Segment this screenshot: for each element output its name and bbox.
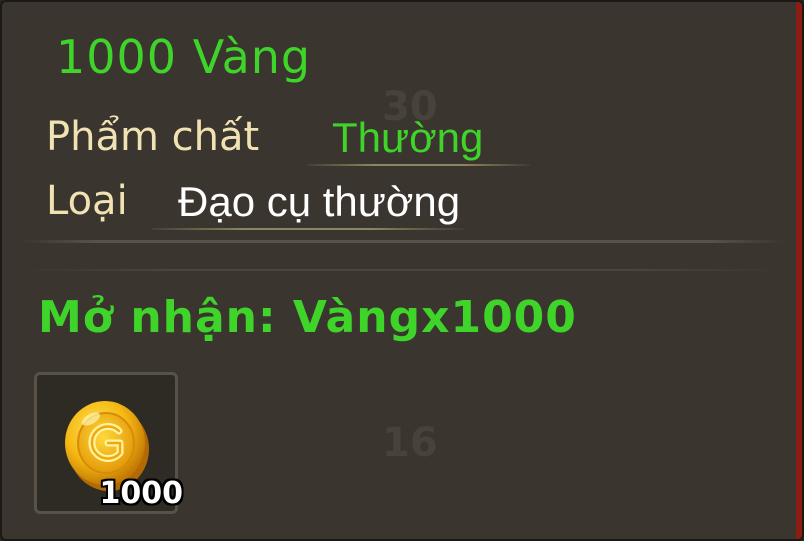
section-divider [20,269,786,271]
item-title: 1000 Vàng [56,30,312,84]
item-quantity: 1000 [99,476,184,511]
item-tooltip-panel: 30 16 1000 Vàng Phẩm chất Thường Loại Đạ… [0,0,804,541]
ghost-number: 16 [382,420,438,466]
quality-label: Phẩm chất [46,114,260,160]
quality-underline [308,164,530,166]
quality-value: Thường [332,114,484,161]
type-label: Loại [46,178,128,224]
open-reward-text: Mở nhận: Vàngx1000 [38,292,577,343]
type-value: Đạo cụ thường [178,178,461,225]
reward-item-slot[interactable]: 1000 [34,372,183,514]
panel-edge [796,2,802,539]
section-divider [20,240,786,243]
type-underline [152,228,464,230]
